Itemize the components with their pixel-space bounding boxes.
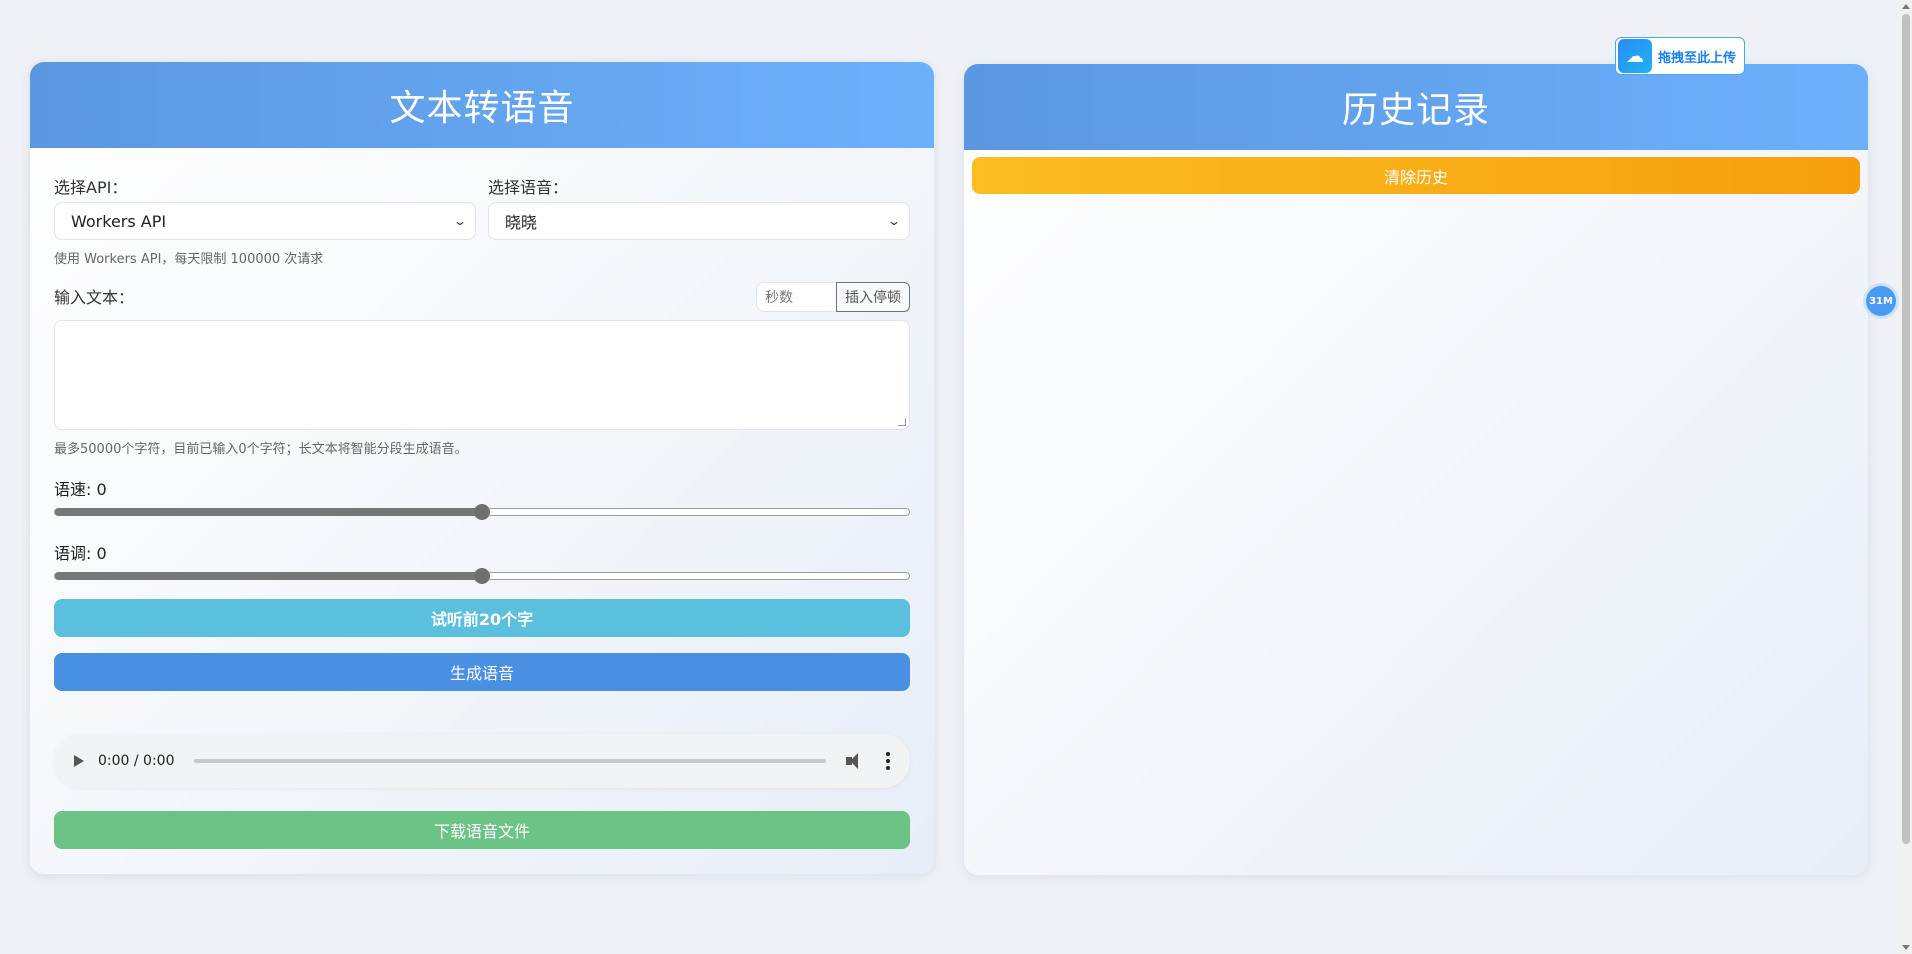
voice-field: 选择语音： 晓晓 ⌄: [488, 174, 910, 240]
audio-progress-track[interactable]: [194, 759, 826, 763]
history-list: [964, 204, 1868, 844]
download-button[interactable]: 下载语音文件: [54, 811, 910, 849]
api-select[interactable]: Workers API ⌄: [54, 202, 476, 240]
api-label: 选择API：: [54, 178, 128, 197]
play-icon[interactable]: [74, 755, 84, 767]
tts-title: 文本转语音: [30, 62, 934, 148]
voice-select[interactable]: 晓晓 ⌄: [488, 202, 910, 240]
history-panel: 历史记录 清除历史: [964, 64, 1868, 875]
pitch-slider-fill: [55, 572, 482, 580]
page: 文本转语音 选择API： Workers API ⌄ 选择语音： 晓晓 ⌄ 使用…: [0, 0, 1912, 954]
clear-history-button[interactable]: 清除历史: [972, 157, 1860, 194]
voice-label: 选择语音：: [488, 178, 569, 197]
chevron-down-icon: ⌄: [886, 214, 902, 228]
api-hint: 使用 Workers API，每天限制 100000 次请求: [54, 252, 324, 267]
audio-player: 0:00 / 0:00: [54, 734, 910, 788]
drag-upload-widget[interactable]: ☁ 拖拽至此上传: [1615, 37, 1745, 75]
cloud-icon: ☁: [1618, 39, 1652, 73]
speed-slider-thumb[interactable]: [474, 504, 490, 520]
api-select-value: Workers API: [71, 211, 167, 231]
scroll-up-icon[interactable]: [1902, 4, 1910, 9]
upload-label: 拖拽至此上传: [1658, 50, 1737, 66]
audio-time: 0:00 / 0:00: [98, 753, 175, 769]
page-scrollbar[interactable]: [1900, 0, 1912, 954]
pause-seconds-input[interactable]: 秒数: [756, 282, 836, 312]
speed-slider-fill: [55, 508, 482, 516]
api-field: 选择API： Workers API ⌄: [54, 174, 476, 240]
text-label: 输入文本：: [54, 288, 135, 307]
text-input[interactable]: [54, 320, 910, 430]
chevron-down-icon: ⌄: [452, 214, 468, 228]
side-badge[interactable]: 31M: [1866, 286, 1896, 316]
resize-grip-icon[interactable]: [898, 418, 906, 426]
volume-icon[interactable]: [846, 753, 864, 769]
history-title: 历史记录: [964, 64, 1868, 150]
pause-group: 秒数 插入停顿: [756, 282, 910, 312]
scrollbar-thumb[interactable]: [1902, 14, 1910, 844]
preview-button[interactable]: 试听前20个字: [54, 599, 910, 637]
pitch-slider[interactable]: [54, 568, 910, 584]
speed-label: 语速: 0: [54, 480, 107, 499]
speed-slider[interactable]: [54, 504, 910, 520]
tts-panel: 文本转语音 选择API： Workers API ⌄ 选择语音： 晓晓 ⌄ 使用…: [30, 62, 934, 874]
more-options-icon[interactable]: [886, 752, 890, 770]
voice-select-value: 晓晓: [505, 213, 538, 232]
scroll-down-icon[interactable]: [1902, 945, 1910, 950]
generate-button[interactable]: 生成语音: [54, 653, 910, 691]
char-count-hint: 最多50000个字符，目前已输入0个字符；长文本将智能分段生成语音。: [54, 442, 468, 457]
selector-row: 选择API： Workers API ⌄ 选择语音： 晓晓 ⌄: [54, 174, 910, 240]
pitch-label: 语调: 0: [54, 544, 107, 563]
insert-pause-button[interactable]: 插入停顿: [836, 282, 910, 312]
pitch-slider-thumb[interactable]: [474, 568, 490, 584]
